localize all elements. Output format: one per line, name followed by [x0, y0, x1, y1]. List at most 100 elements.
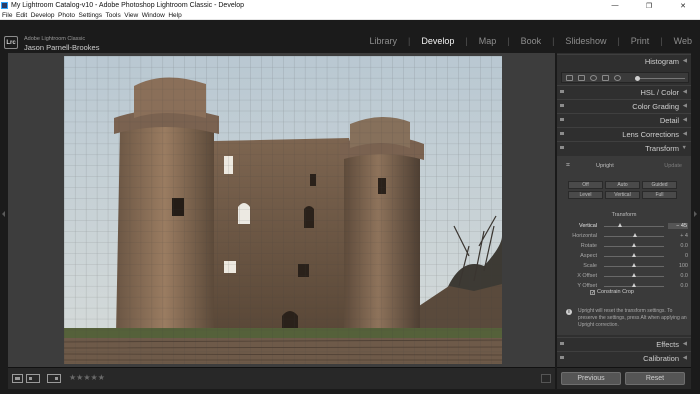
app-icon [1, 2, 8, 9]
slider-row-rotate[interactable]: Rotate 0.0 [566, 242, 688, 251]
slider-knob[interactable] [631, 243, 636, 247]
slider-label: Horizontal [572, 233, 597, 239]
tool-slider[interactable] [635, 78, 685, 79]
panel-switch-icon[interactable] [560, 90, 564, 93]
star-rating[interactable]: ★★★★★ [69, 373, 105, 382]
upright-guided-button[interactable]: Guided [642, 181, 677, 189]
guided-upright-icon[interactable]: ⌗ [566, 162, 570, 170]
upright-vertical-button[interactable]: Vertical [605, 191, 640, 199]
crop-tool-icon[interactable] [566, 75, 573, 81]
constrain-crop[interactable]: ✓ Constrain Crop [590, 289, 634, 296]
collapse-icon: ◀ [682, 58, 687, 64]
module-develop[interactable]: Develop [421, 36, 454, 46]
lens-corrections-header[interactable]: Lens Corrections ◀ [557, 127, 691, 139]
menu-view[interactable]: View [124, 12, 138, 19]
restore-icon[interactable]: ❐ [632, 0, 666, 11]
slider-knob[interactable] [631, 263, 636, 267]
upright-notice-text: Upright will reset the transform setting… [578, 308, 687, 328]
menu-window[interactable]: Window [142, 12, 165, 19]
menu-help[interactable]: Help [168, 12, 181, 19]
slider-row-horizontal[interactable]: Horizontal + 4 [566, 232, 688, 241]
slider-value[interactable]: 100 [668, 263, 688, 269]
slider-row-aspect[interactable]: Aspect 0 [566, 252, 688, 261]
module-separator: | [507, 36, 510, 46]
module-book[interactable]: Book [521, 36, 542, 46]
slider-row-scale[interactable]: Scale 100 [566, 262, 688, 271]
panel-switch-icon[interactable] [560, 132, 564, 135]
reset-button[interactable]: Reset [625, 372, 685, 385]
previous-button[interactable]: Previous [561, 372, 621, 385]
toolbar-menu-icon[interactable] [541, 374, 551, 383]
photo-preview[interactable] [64, 56, 502, 364]
spot-removal-icon[interactable] [578, 75, 585, 81]
menu-bar: File Edit Develop Photo Settings Tools V… [0, 11, 700, 20]
menu-photo[interactable]: Photo [58, 12, 75, 19]
constrain-crop-label: Constrain Crop [597, 289, 634, 295]
upright-off-button[interactable]: Off [568, 181, 603, 189]
before-after-split-icon[interactable] [47, 374, 61, 383]
collapse-icon: ◀ [682, 103, 687, 109]
right-edge-strip[interactable] [691, 53, 700, 394]
tool-slider-knob[interactable] [635, 76, 640, 81]
slider-row-x-offset[interactable]: X Offset 0.0 [566, 272, 688, 281]
slider-row-vertical[interactable]: Vertical − 45 [566, 222, 688, 231]
slider-knob[interactable] [631, 283, 636, 287]
info-icon: i [566, 309, 572, 315]
upright-level-button[interactable]: Level [568, 191, 603, 199]
constrain-crop-checkbox[interactable]: ✓ [590, 290, 595, 296]
detail-title: Detail [659, 116, 679, 125]
module-print[interactable]: Print [631, 36, 650, 46]
calibration-header[interactable]: Calibration ◀ [557, 351, 691, 363]
collapse-icon: ◀ [682, 117, 687, 123]
histogram-header[interactable]: Histogram ◀ [557, 54, 691, 66]
masking-icon[interactable] [602, 75, 609, 81]
slider-knob[interactable] [632, 233, 637, 237]
slider-value[interactable]: 0.0 [668, 283, 688, 289]
slider-knob[interactable] [631, 253, 636, 257]
slider-label: Aspect [580, 253, 597, 259]
color-grading-header[interactable]: Color Grading ◀ [557, 99, 691, 111]
slider-value[interactable]: − 45 [668, 223, 688, 229]
upright-full-button[interactable]: Full [642, 191, 677, 199]
menu-settings[interactable]: Settings [79, 12, 103, 19]
upright-auto-button[interactable]: Auto [605, 181, 640, 189]
loupe-view-icon[interactable] [12, 374, 23, 383]
module-map[interactable]: Map [479, 36, 497, 46]
module-web[interactable]: Web [674, 36, 692, 46]
effects-header[interactable]: Effects ◀ [557, 337, 691, 349]
panel-switch-icon[interactable] [560, 342, 564, 345]
panel-switch-icon[interactable] [560, 104, 564, 107]
before-after-view-icon[interactable] [26, 374, 40, 383]
menu-develop[interactable]: Develop [31, 12, 55, 19]
minimize-icon[interactable]: — [598, 0, 632, 11]
update-button[interactable]: Update [664, 163, 682, 169]
slider-knob[interactable] [631, 273, 636, 277]
transform-title: Transform [645, 144, 679, 153]
panel-switch-icon[interactable] [560, 118, 564, 121]
menu-file[interactable]: File [2, 12, 12, 19]
slider-value[interactable]: 0.0 [668, 243, 688, 249]
module-separator: | [660, 36, 663, 46]
slider-value[interactable]: + 4 [668, 233, 688, 239]
panel-switch-icon[interactable] [560, 146, 564, 149]
image-canvas[interactable] [8, 53, 555, 367]
module-slideshow[interactable]: Slideshow [565, 36, 606, 46]
panel-switch-icon[interactable] [560, 356, 564, 359]
slider-value[interactable]: 0.0 [668, 273, 688, 279]
menu-tools[interactable]: Tools [106, 12, 121, 19]
menu-edit[interactable]: Edit [16, 12, 27, 19]
slider-knob[interactable] [618, 223, 623, 227]
slider-value[interactable]: 0 [668, 253, 688, 259]
tool-strip [561, 72, 689, 83]
radial-icon[interactable] [614, 75, 621, 81]
module-separator: | [552, 36, 555, 46]
left-panel-toggle[interactable] [0, 53, 8, 394]
close-icon[interactable]: ✕ [666, 0, 700, 11]
slider-track[interactable] [604, 226, 664, 227]
transform-header[interactable]: Transform ▼ [557, 141, 691, 153]
hsl-header[interactable]: HSL / Color ◀ [557, 85, 691, 97]
module-library[interactable]: Library [369, 36, 397, 46]
filmstrip-toggle[interactable] [0, 389, 700, 394]
red-eye-icon[interactable] [590, 75, 597, 81]
detail-header[interactable]: Detail ◀ [557, 113, 691, 125]
